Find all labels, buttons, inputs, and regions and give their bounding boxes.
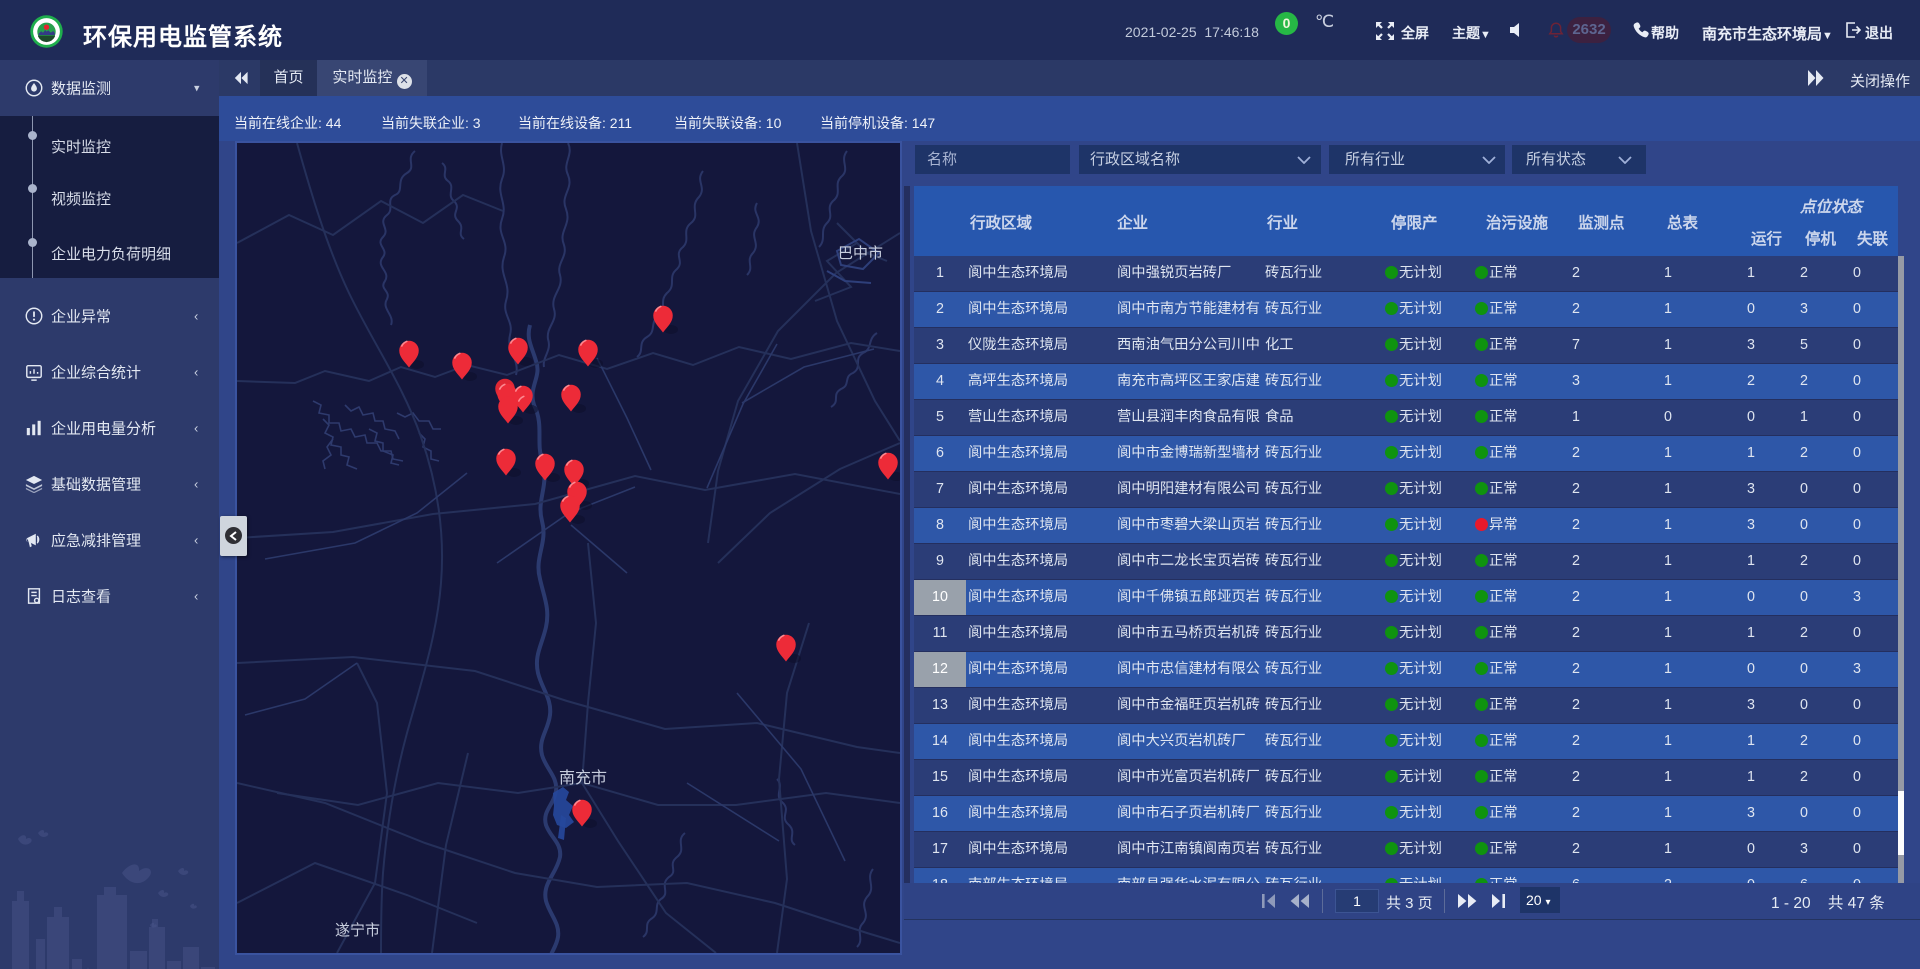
svg-text:遂宁市: 遂宁市 [335, 922, 380, 939]
svg-text:巴中市: 巴中市 [838, 245, 883, 262]
svg-text:南充市: 南充市 [559, 769, 607, 787]
